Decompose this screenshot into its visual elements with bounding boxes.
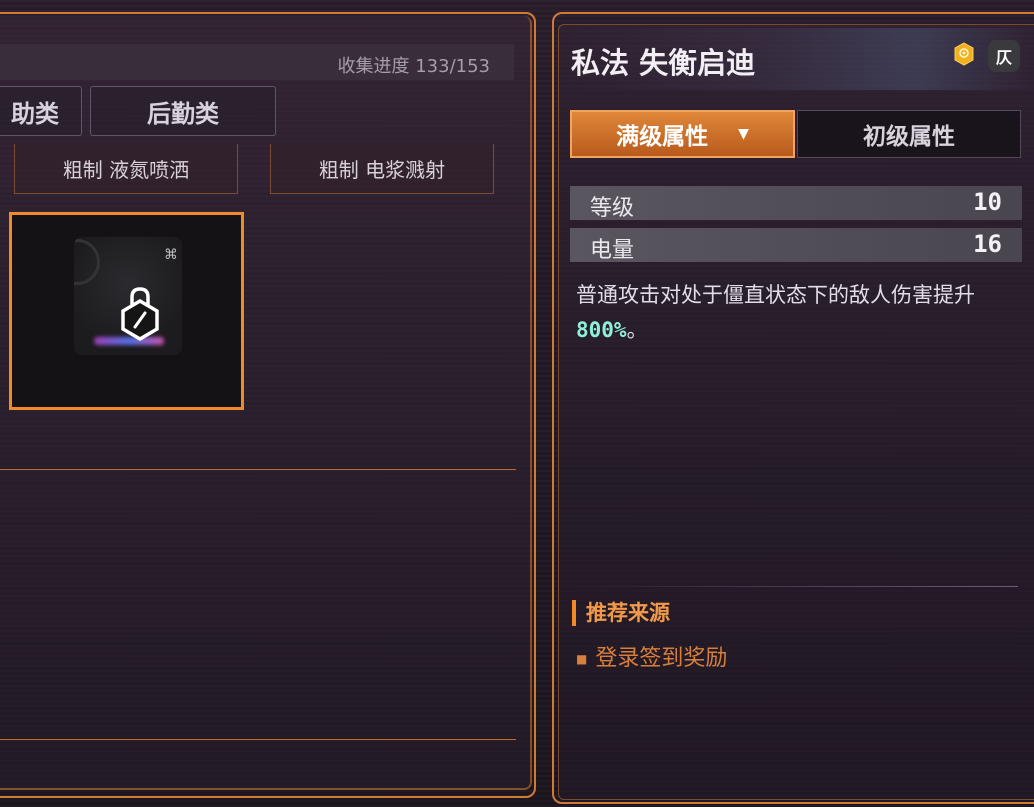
tab-max-level-label: 满级属性 — [616, 124, 709, 150]
stat-value: 10 — [973, 188, 1002, 216]
stat-label: 电量 — [590, 238, 635, 263]
chip-icon: ⌘ — [164, 247, 178, 263]
stat-value: 16 — [973, 230, 1002, 258]
hexagon-lock-icon — [121, 287, 159, 341]
description-text: 普通攻击对处于僵直状态下的敌人伤害提升 — [576, 283, 975, 307]
item-card-selected[interactable]: ⌘ — [9, 212, 244, 410]
tab-max-level-attributes[interactable]: 满级属性 ▼ — [570, 110, 795, 158]
tab-base-level-attributes[interactable]: 初级属性 — [797, 110, 1021, 158]
stat-row-energy: 电量 16 — [570, 228, 1022, 263]
item-description: 普通攻击对处于僵直状态下的敌人伤害提升 800%。 — [576, 278, 1022, 348]
tab-support-category[interactable]: 助类 — [0, 86, 82, 136]
description-highlight: 800% — [576, 318, 627, 342]
item-type-icon: 仄 — [988, 40, 1020, 72]
stat-row-level: 等级 10 — [570, 186, 1022, 221]
collection-progress-bar: 收集进度 133/153 — [0, 44, 514, 80]
source-item-label: 登录签到奖励 — [595, 646, 728, 671]
source-divider — [574, 586, 1018, 587]
collection-progress-text: 收集进度 133/153 — [337, 56, 491, 77]
item-title: 私法 失衡启迪 — [571, 46, 756, 80]
stat-label: 等级 — [590, 196, 635, 221]
bullet-icon: ■ — [576, 652, 588, 666]
item-artwork: ⌘ — [74, 237, 182, 355]
source-title: 推荐来源 — [572, 600, 670, 626]
tab-logistics-category[interactable]: 后勤类 — [90, 86, 276, 136]
section-divider — [0, 469, 516, 470]
description-tail: 。 — [626, 318, 648, 342]
section-divider — [0, 739, 516, 740]
source-item[interactable]: ■ 登录签到奖励 — [576, 640, 727, 672]
gold-rank-badge-icon — [954, 42, 974, 66]
caret-down-icon: ▼ — [738, 126, 749, 142]
subtab-liquid-nitrogen-spray[interactable]: 粗制 液氮喷洒 — [14, 144, 238, 194]
subtab-plasma-splash[interactable]: 粗制 电浆溅射 — [270, 144, 494, 194]
